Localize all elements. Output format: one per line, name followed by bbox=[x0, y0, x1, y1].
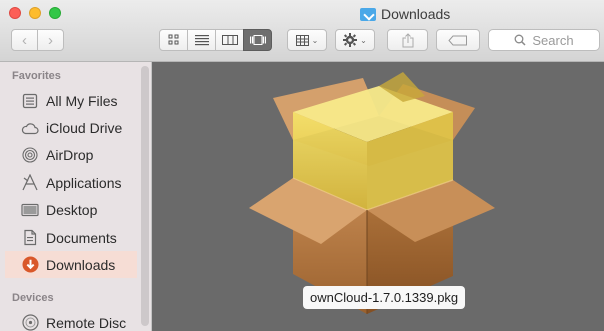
tags-button[interactable] bbox=[436, 29, 480, 51]
window-title: Downloads bbox=[360, 6, 450, 22]
chevron-right-icon: › bbox=[48, 31, 53, 49]
favorites-header: Favorites bbox=[12, 70, 61, 82]
sidebar-item-documents[interactable]: Documents bbox=[5, 224, 137, 251]
search-field[interactable]: Search bbox=[488, 29, 600, 51]
list-view-button[interactable] bbox=[187, 29, 216, 51]
applications-icon bbox=[21, 174, 39, 192]
search-placeholder: Search bbox=[532, 32, 574, 48]
cover-flow-icon bbox=[249, 35, 266, 45]
sidebar-item-icloud-drive[interactable]: iCloud Drive bbox=[5, 114, 137, 141]
sidebar-item-label: Remote Disc bbox=[46, 314, 127, 331]
sidebar-item-label: Desktop bbox=[46, 201, 98, 218]
all-files-icon bbox=[21, 92, 39, 110]
minimize-button[interactable] bbox=[29, 7, 41, 19]
column-view-button[interactable] bbox=[215, 29, 244, 51]
forward-button[interactable]: › bbox=[37, 29, 64, 51]
back-button[interactable]: ‹ bbox=[11, 29, 38, 51]
chevron-left-icon: ‹ bbox=[22, 31, 27, 49]
sidebar-item-label: AirDrop bbox=[46, 146, 94, 163]
view-mode-control bbox=[159, 29, 272, 51]
tag-icon bbox=[448, 35, 467, 45]
icon-view-icon bbox=[168, 34, 178, 45]
sidebar-item-remote-disc[interactable]: Remote Disc bbox=[5, 309, 137, 331]
sidebar-item-label: Downloads bbox=[46, 256, 116, 273]
sidebar-item-downloads[interactable]: Downloads bbox=[5, 251, 137, 278]
chevron-down-icon: ⌄ bbox=[360, 35, 367, 45]
window-title-text: Downloads bbox=[381, 6, 451, 22]
remote-disc-icon bbox=[21, 314, 39, 331]
sidebar-item-airdrop[interactable]: AirDrop bbox=[5, 141, 137, 168]
airdrop-icon bbox=[21, 146, 39, 164]
cover-flow-view-button[interactable] bbox=[243, 29, 272, 51]
search-icon bbox=[514, 34, 526, 46]
column-view-icon bbox=[221, 35, 238, 45]
finder-window: Downloads ‹ › ⌄ ⌄ Search Favorites All M… bbox=[0, 0, 604, 331]
cloud-icon bbox=[21, 119, 39, 137]
sidebar-item-all-my-files[interactable]: All My Files bbox=[5, 87, 137, 114]
zoom-button[interactable] bbox=[49, 7, 61, 19]
arrange-button[interactable]: ⌄ bbox=[287, 29, 327, 51]
grid-icon bbox=[295, 34, 309, 46]
icon-view-button[interactable] bbox=[159, 29, 188, 51]
share-button[interactable] bbox=[387, 29, 428, 51]
sidebar-item-applications[interactable]: Applications bbox=[5, 169, 137, 196]
documents-icon bbox=[21, 229, 39, 247]
sidebar-item-label: iCloud Drive bbox=[46, 119, 123, 136]
gear-icon bbox=[343, 33, 358, 47]
sidebar-item-label: Documents bbox=[46, 229, 117, 246]
sidebar-scrollbar[interactable] bbox=[141, 66, 149, 326]
sidebar-item-label: Applications bbox=[46, 174, 122, 191]
desktop-icon bbox=[21, 201, 39, 219]
devices-header: Devices bbox=[12, 292, 54, 304]
sidebar-item-desktop[interactable]: Desktop bbox=[5, 196, 137, 223]
list-view-icon bbox=[194, 35, 209, 46]
selected-file-label[interactable]: ownCloud-1.7.0.1339.pkg bbox=[303, 286, 466, 309]
action-button[interactable]: ⌄ bbox=[335, 29, 375, 51]
toolbar: Downloads ‹ › ⌄ ⌄ Search bbox=[0, 0, 604, 62]
downloads-icon bbox=[21, 256, 39, 274]
downloads-folder-icon bbox=[360, 7, 376, 21]
share-icon bbox=[402, 32, 413, 47]
sidebar-item-label: All My Files bbox=[46, 92, 118, 109]
close-button[interactable] bbox=[9, 7, 21, 19]
chevron-down-icon: ⌄ bbox=[311, 35, 319, 45]
